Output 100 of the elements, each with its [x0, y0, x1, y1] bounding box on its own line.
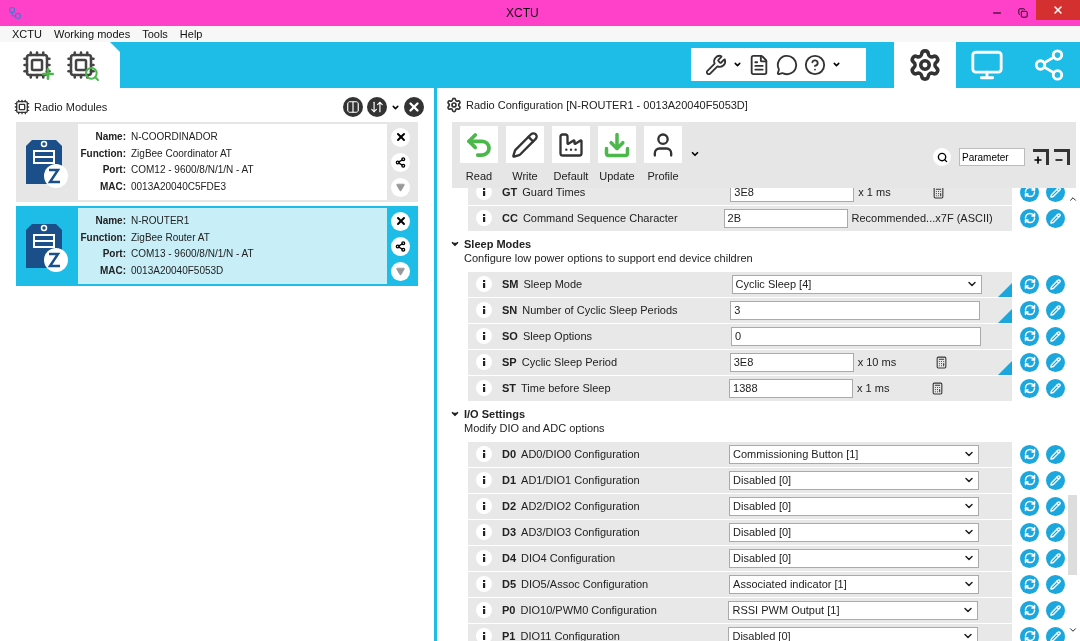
read-button[interactable] — [1020, 326, 1039, 346]
sort-icon[interactable] — [367, 97, 388, 117]
info-icon[interactable] — [476, 380, 492, 396]
columns-icon[interactable] — [343, 97, 364, 117]
value-field[interactable]: 3E8 — [730, 188, 855, 202]
info-icon[interactable] — [476, 188, 492, 200]
network-button[interactable] — [391, 236, 411, 256]
write-button[interactable] — [1046, 522, 1065, 542]
value-dropdown[interactable]: Associated indicator [1] — [729, 574, 980, 594]
tools-icon[interactable] — [705, 53, 727, 76]
mode-tab[interactable] — [894, 42, 956, 88]
info-icon[interactable] — [476, 602, 492, 618]
write-button[interactable] — [1046, 208, 1065, 228]
menu-item[interactable]: Tools — [142, 25, 168, 43]
read-button[interactable] — [1020, 188, 1039, 202]
add-module-icon[interactable] — [22, 50, 52, 80]
read-button[interactable] — [1020, 496, 1039, 516]
info-icon[interactable] — [476, 472, 492, 488]
value-field[interactable]: 3E8 — [729, 352, 854, 372]
read-button[interactable] — [1020, 470, 1039, 490]
write-button[interactable] — [1046, 274, 1065, 294]
remove-button[interactable] — [391, 211, 411, 231]
read-button[interactable] — [1020, 548, 1039, 568]
chat-icon[interactable] — [776, 53, 798, 76]
scroll-thumb[interactable] — [1068, 495, 1077, 575]
scroll-up-icon[interactable] — [1067, 194, 1078, 204]
info-icon[interactable] — [476, 210, 492, 226]
read-button[interactable] — [1020, 444, 1039, 464]
collapse-icon[interactable] — [450, 409, 460, 419]
read-button[interactable] — [1020, 522, 1039, 542]
collapse-icon[interactable] — [450, 239, 460, 249]
value-dropdown[interactable]: RSSI PWM Output [1] — [728, 600, 979, 620]
write-button[interactable] — [1046, 626, 1065, 641]
write-button[interactable] — [1046, 444, 1065, 464]
module-card[interactable]: Name: N-COORDINADOR Function: ZigBee Coordinator AT Port: COM12 - 9600/8/N/1/N - AT MAC: 0013A20040C5FDE3 — [16, 122, 419, 202]
write-button[interactable] — [1046, 378, 1065, 398]
write-button[interactable] — [1046, 352, 1065, 372]
read-button[interactable] — [1020, 626, 1039, 641]
write-button[interactable] — [1046, 300, 1065, 320]
info-icon[interactable] — [476, 302, 492, 318]
value-dropdown[interactable]: Disabled [0] — [729, 496, 980, 516]
value-field[interactable]: 0 — [730, 326, 981, 346]
info-icon[interactable] — [476, 524, 492, 540]
value-dropdown[interactable]: Disabled [0] — [729, 522, 980, 542]
search-field[interactable]: Parameter — [959, 148, 1025, 166]
parameter-label: Sleep Mode — [523, 276, 584, 292]
section-title[interactable]: Sleep Modes — [464, 235, 532, 253]
calculator-icon[interactable] — [931, 188, 945, 199]
write-button[interactable] — [1046, 188, 1065, 202]
close-icon[interactable] — [404, 97, 425, 117]
document-icon[interactable] — [748, 53, 770, 76]
menu-item[interactable]: Working modes — [53, 25, 131, 43]
read-button[interactable] — [1020, 300, 1039, 320]
write-button[interactable] — [1046, 548, 1065, 568]
info-icon[interactable] — [476, 498, 492, 514]
read-button[interactable] — [1020, 600, 1039, 620]
read-button[interactable] — [1020, 274, 1039, 294]
expand-button[interactable] — [391, 177, 411, 197]
value-dropdown[interactable]: Disabled [0] — [729, 470, 980, 490]
info-icon[interactable] — [476, 328, 492, 344]
info-icon[interactable] — [476, 354, 492, 370]
expand-all-icon[interactable] — [1033, 149, 1049, 165]
info-icon[interactable] — [476, 628, 492, 641]
expand-button[interactable] — [391, 261, 411, 281]
read-button[interactable] — [1020, 378, 1039, 398]
network-button[interactable] — [391, 152, 411, 172]
caret-icon[interactable] — [690, 149, 700, 159]
read-button[interactable] — [1020, 574, 1039, 594]
read-button[interactable] — [1020, 352, 1039, 372]
remove-button[interactable] — [391, 127, 411, 147]
value-field[interactable]: 3 — [730, 300, 981, 320]
value-field[interactable]: 2B — [723, 208, 848, 228]
field-label: Function: — [79, 146, 126, 161]
write-button[interactable] — [1046, 574, 1065, 594]
help-icon[interactable] — [804, 53, 826, 76]
info-icon[interactable] — [476, 446, 492, 462]
menu-item[interactable]: Help — [179, 25, 203, 43]
discover-module-icon[interactable] — [66, 50, 96, 80]
value-field[interactable]: 1388 — [729, 378, 854, 398]
write-button[interactable] — [1046, 600, 1065, 620]
caret-icon[interactable] — [832, 60, 841, 69]
info-icon[interactable] — [476, 576, 492, 592]
module-card[interactable]: Name: N-ROUTER1 Function: ZigBee Router AT Port: COM13 - 9600/8/N/1/N - AT MAC: 0013A20040F5053D — [16, 206, 419, 286]
info-icon[interactable] — [476, 550, 492, 566]
write-button[interactable] — [1046, 470, 1065, 490]
write-button[interactable] — [1046, 496, 1065, 516]
write-button[interactable] — [1046, 326, 1065, 346]
calculator-icon[interactable] — [934, 355, 948, 369]
menu-item[interactable]: XCTU — [12, 25, 42, 43]
value-dropdown[interactable]: Disabled [0] — [729, 548, 980, 568]
info-icon[interactable] — [476, 276, 492, 292]
section-title[interactable]: I/O Settings — [464, 405, 526, 423]
collapse-all-icon[interactable] — [1054, 149, 1070, 165]
scroll-down-icon[interactable] — [1067, 625, 1078, 635]
caret-icon[interactable] — [733, 60, 742, 69]
calculator-icon[interactable] — [931, 381, 945, 395]
value-dropdown[interactable]: Commissioning Button [1] — [729, 444, 980, 464]
value-dropdown[interactable]: Cyclic Sleep [4] — [731, 274, 982, 294]
read-button[interactable] — [1020, 208, 1039, 228]
field-value: COM13 - 9600/8/N/1/N - AT — [131, 247, 255, 261]
